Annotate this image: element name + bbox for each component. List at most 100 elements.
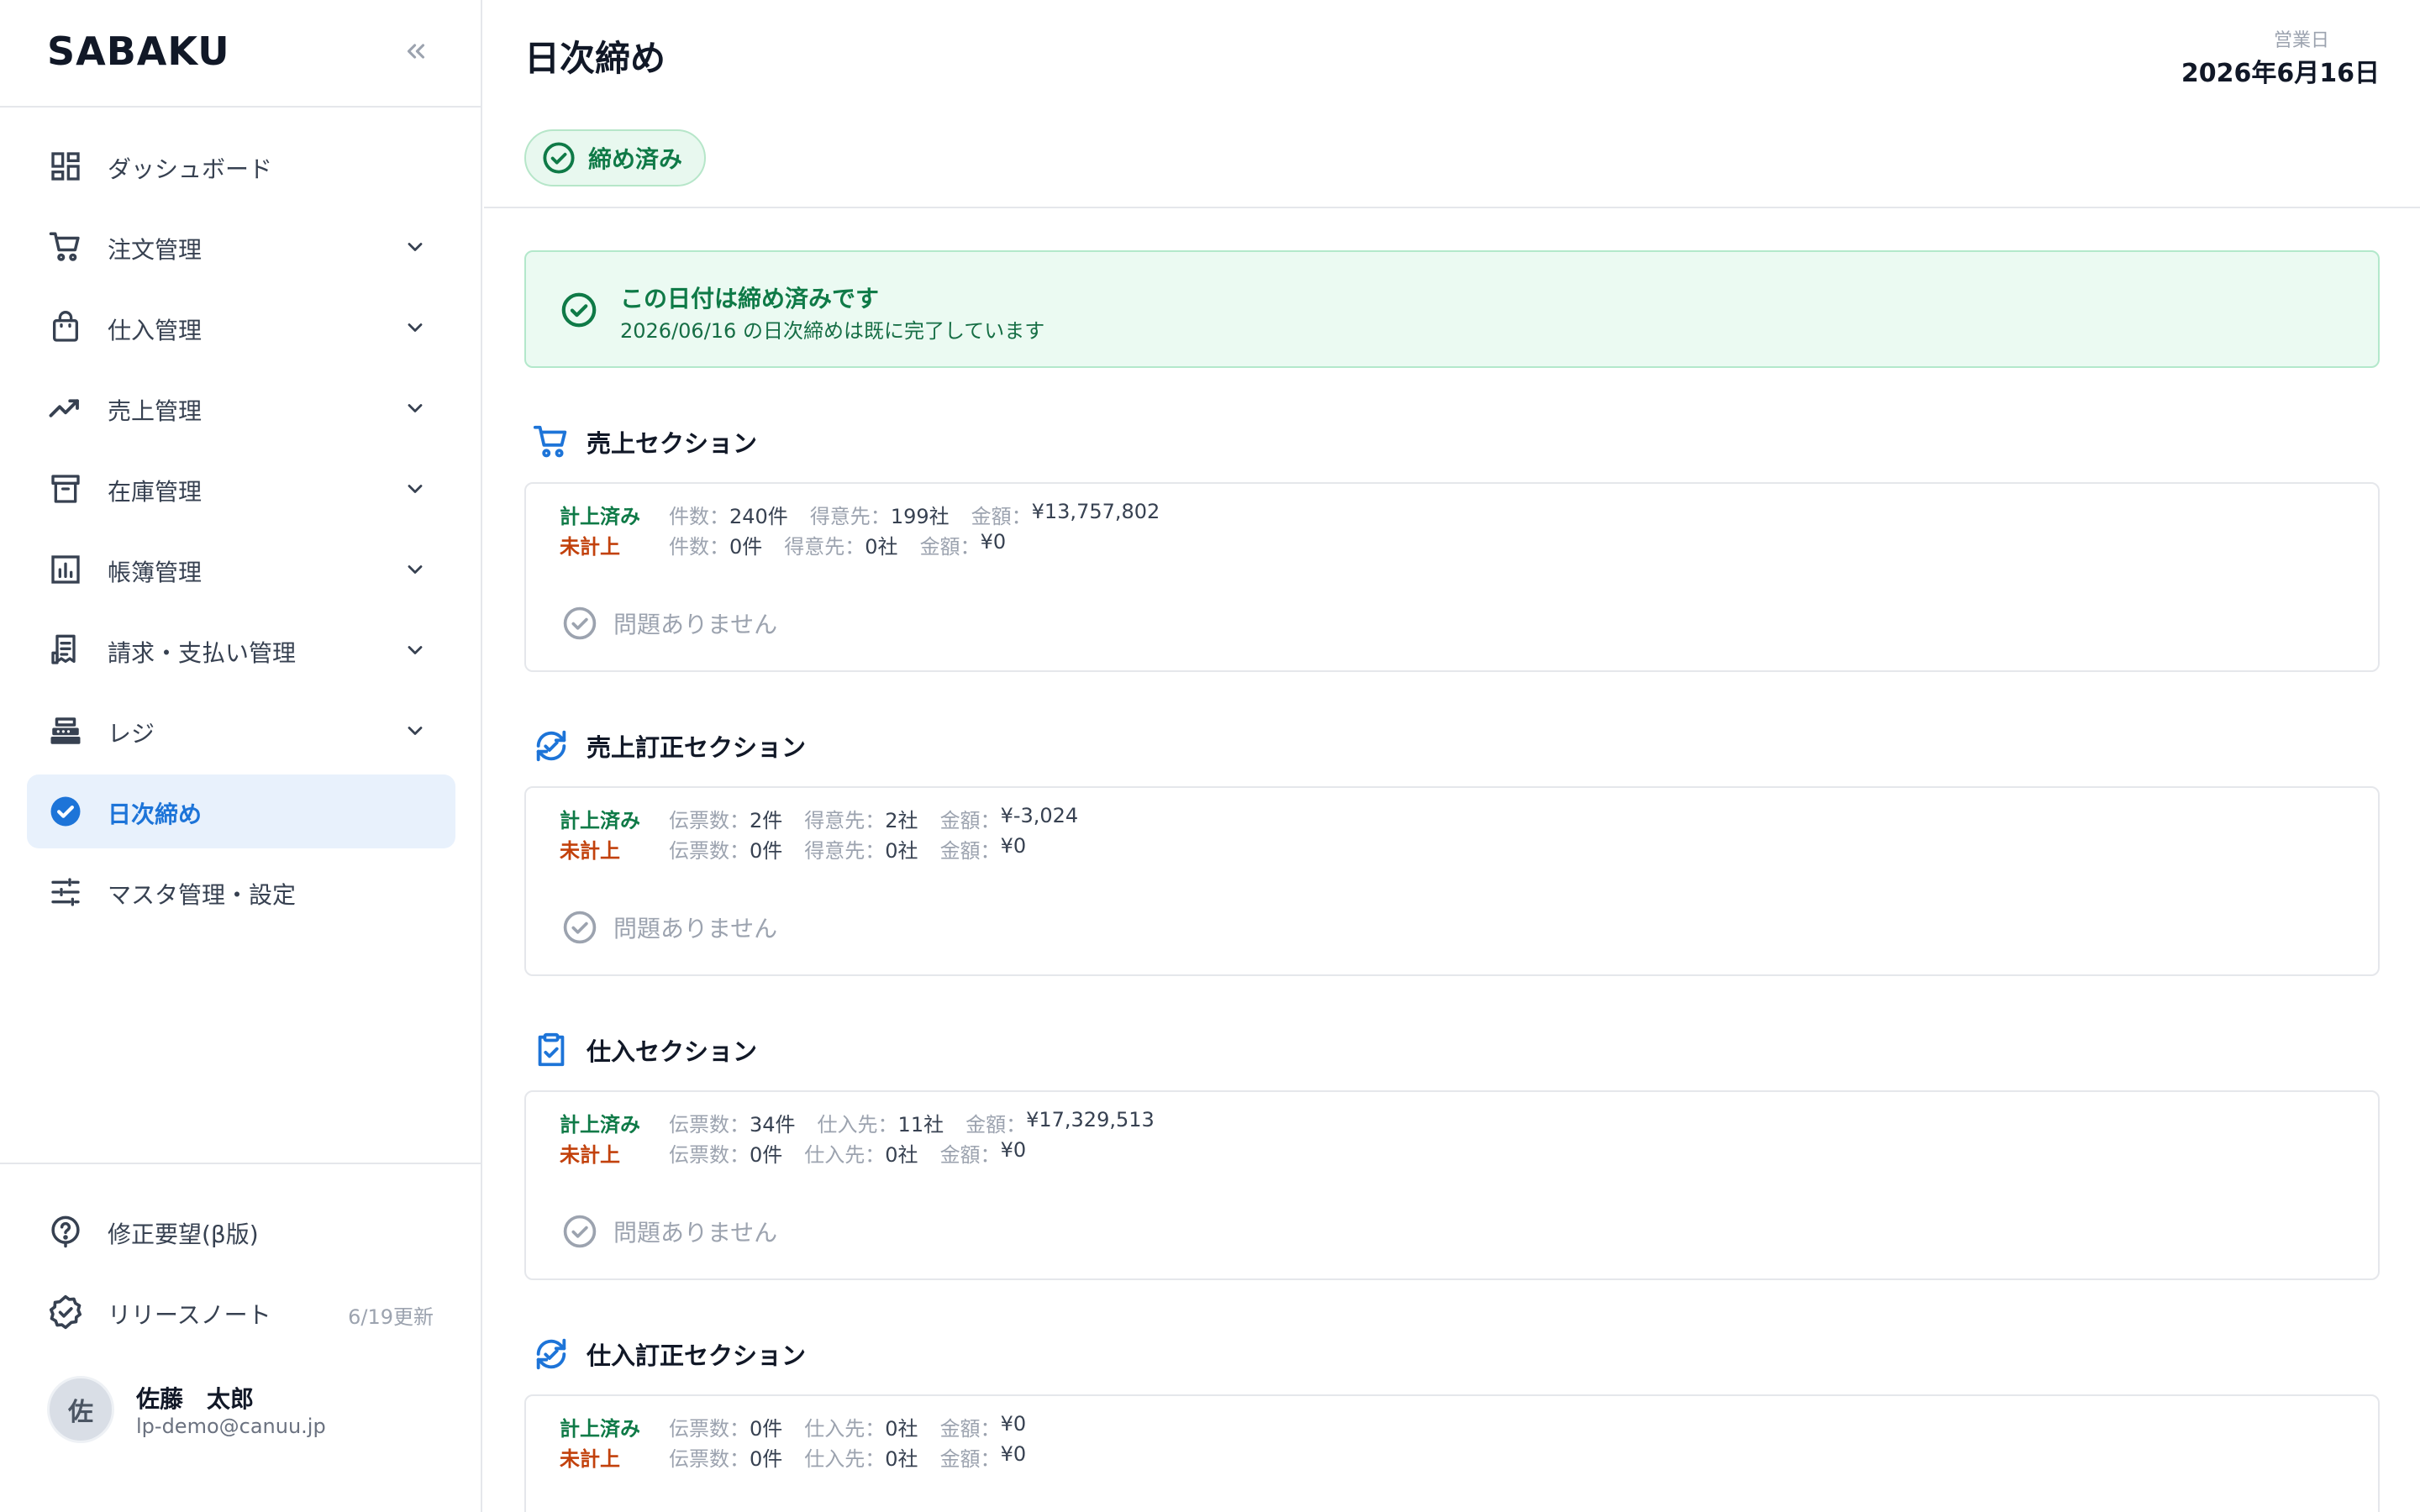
chevron-down-icon[interactable]	[402, 395, 429, 422]
field-value: ¥13,757,802	[1031, 499, 1160, 523]
unrecorded-status: 未計上	[560, 1446, 620, 1471]
user-name: 佐藤 太郎	[136, 1385, 255, 1413]
field-value: 0社	[885, 838, 918, 863]
refresh-check-icon	[531, 1334, 571, 1374]
cart-icon	[531, 422, 571, 462]
sidebar-nav: ダッシュボード 注文管理 仕入管理 売上管理 在庫管理 帳簿管理 請求・支払い管…	[27, 129, 455, 936]
section-card-sales-correction: 計上済み 伝票数： 2件 得意先： 2社 金額： ¥-3,024 未計上 伝票数： 0件…	[524, 786, 2380, 976]
chevron-down-icon[interactable]	[402, 234, 429, 260]
field-key: 仕入先：	[804, 1416, 886, 1441]
field-key: 仕入先：	[804, 1142, 886, 1167]
status-badge: 締め済み	[524, 129, 707, 186]
section-title: 仕入セクション	[587, 1037, 758, 1066]
chevron-down-icon[interactable]	[402, 717, 429, 744]
unrecorded-status: 未計上	[560, 1142, 620, 1167]
field-key: 金額：	[939, 1142, 1001, 1167]
section-title: 仕入訂正セクション	[587, 1341, 807, 1370]
field-value: 0社	[865, 534, 898, 559]
recorded-row: 計上済み 伝票数： 34件 仕入先： 11社 金額： ¥17,329,513	[560, 1107, 1176, 1137]
feedback-label: 修正要望(β版)	[108, 1221, 259, 1248]
section-card-sales: 計上済み 件数： 240件 得意先： 199社 金額： ¥13,757,802 未計上…	[524, 482, 2380, 672]
field-key: 件数：	[669, 504, 729, 528]
no-issue-indicator: 問題ありません	[561, 605, 777, 642]
sidebar-item-billing[interactable]: 請求・支払い管理	[27, 613, 455, 687]
dashboard-icon	[47, 148, 84, 185]
unrecorded-row: 未計上 伝票数： 0件 仕入先： 0社 金額： ¥0	[560, 1137, 1048, 1168]
closed-alert: この日付は締め済みです 2026/06/16 の日次締めは既に完了しています	[524, 250, 2380, 368]
sidebar-item-label: 仕入管理	[108, 317, 203, 344]
field-value: ¥0	[1000, 1411, 1027, 1436]
sidebar-item-label: ダッシュボード	[108, 155, 273, 183]
sidebar-item-daily-closing[interactable]: 日次締め	[27, 774, 455, 848]
sidebar-item-inventory[interactable]: 在庫管理	[27, 452, 455, 526]
no-issue-text: 問題ありません	[613, 1219, 778, 1247]
unrecorded-row: 未計上 伝票数： 0件 仕入先： 0社 金額： ¥0	[560, 1441, 1048, 1472]
field-key: 件数：	[669, 534, 729, 559]
field-key: 金額：	[965, 1112, 1027, 1137]
section-card-purchasing: 計上済み 伝票数： 34件 仕入先： 11社 金額： ¥17,329,513 未計上 …	[524, 1090, 2380, 1280]
check-circle-icon	[563, 606, 597, 640]
check-circle-icon	[543, 142, 575, 174]
field-key: 伝票数：	[669, 1112, 750, 1137]
sidebar-item-label: 請求・支払い管理	[108, 639, 297, 667]
feedback-link[interactable]: 修正要望(β版)	[27, 1194, 455, 1268]
field-value: ¥17,329,513	[1026, 1107, 1155, 1131]
sidebar: SABAKU ダッシュボード 注文管理 仕入管理 売上管理 在庫管理 帳簿管理 …	[0, 0, 482, 1512]
business-day-label: 営業日	[2273, 30, 2329, 51]
field-key: 金額：	[939, 838, 1001, 863]
sidebar-item-ledger[interactable]: 帳簿管理	[27, 533, 455, 606]
section-header-purchasing-correction: 仕入訂正セクション	[531, 1332, 806, 1376]
field-key: 仕入先：	[817, 1112, 898, 1137]
release-notes-link[interactable]: リリースノート 6/19更新	[27, 1275, 455, 1349]
sidebar-item-orders[interactable]: 注文管理	[27, 210, 455, 284]
sidebar-item-label: 注文管理	[108, 236, 203, 264]
unrecorded-row: 未計上 伝票数： 0件 得意先： 0社 金額： ¥0	[560, 833, 1048, 864]
sidebar-item-master-settings[interactable]: マスタ管理・設定	[27, 855, 455, 929]
field-value: 199社	[890, 504, 950, 528]
field-key: 仕入先：	[804, 1446, 886, 1471]
field-value: 2件	[750, 808, 783, 832]
user-profile[interactable]: 佐 佐藤 太郎 lp-demo@canuu.jp	[47, 1376, 450, 1443]
archive-box-icon	[47, 470, 84, 507]
field-key: 得意先：	[804, 808, 886, 832]
alert-title: この日付は締め済みです	[620, 285, 880, 312]
chevron-down-icon[interactable]	[402, 637, 429, 664]
field-value: ¥-3,024	[1000, 803, 1079, 827]
section-card-purchasing-correction: 計上済み 伝票数： 0件 仕入先： 0社 金額： ¥0 未計上 伝票数： 0件 仕入先：…	[524, 1394, 2380, 1512]
no-issue-indicator: 問題ありません	[561, 1213, 777, 1250]
sidebar-item-sales[interactable]: 売上管理	[27, 371, 455, 445]
no-issue-text: 問題ありません	[613, 611, 778, 638]
collapse-sidebar-button[interactable]	[395, 30, 437, 72]
bar-chart-icon	[47, 551, 84, 588]
field-key: 金額：	[971, 504, 1032, 528]
field-value: 0件	[750, 1446, 783, 1471]
no-issue-indicator: 問題ありません	[561, 909, 777, 946]
release-notes-label: リリースノート	[108, 1301, 271, 1329]
avatar: 佐	[47, 1376, 114, 1443]
field-value: 0件	[750, 1142, 783, 1167]
section-title: 売上セクション	[587, 429, 758, 458]
field-value: ¥0	[980, 529, 1007, 554]
section-header-purchasing: 仕入セクション	[531, 1028, 757, 1072]
sidebar-item-dashboard[interactable]: ダッシュボード	[27, 129, 455, 203]
chevron-down-icon[interactable]	[402, 475, 429, 502]
recorded-row: 計上済み 伝票数： 2件 得意先： 2社 金額： ¥-3,024	[560, 803, 1100, 833]
user-email: lp-demo@canuu.jp	[136, 1415, 326, 1438]
brand-logo: SABAKU	[47, 29, 230, 74]
sidebar-item-purchasing[interactable]: 仕入管理	[27, 291, 455, 365]
status-badge-label: 締め済み	[588, 145, 683, 173]
sidebar-item-register[interactable]: レジ	[27, 694, 455, 768]
field-key: 得意先：	[784, 534, 865, 559]
field-key: 得意先：	[809, 504, 891, 528]
sidebar-item-label: 在庫管理	[108, 478, 203, 506]
page-title: 日次締め	[524, 38, 666, 79]
sidebar-item-label: 日次締め	[108, 801, 203, 828]
chevron-down-icon[interactable]	[402, 556, 429, 583]
field-key: 金額：	[939, 1416, 1001, 1441]
section-header-sales-correction: 売上訂正セクション	[531, 724, 806, 768]
section-header-sales: 売上セクション	[531, 420, 757, 464]
field-key: 伝票数：	[669, 838, 750, 863]
no-issue-text: 問題ありません	[613, 915, 778, 942]
field-value: 34件	[750, 1112, 796, 1137]
chevron-down-icon[interactable]	[402, 314, 429, 341]
